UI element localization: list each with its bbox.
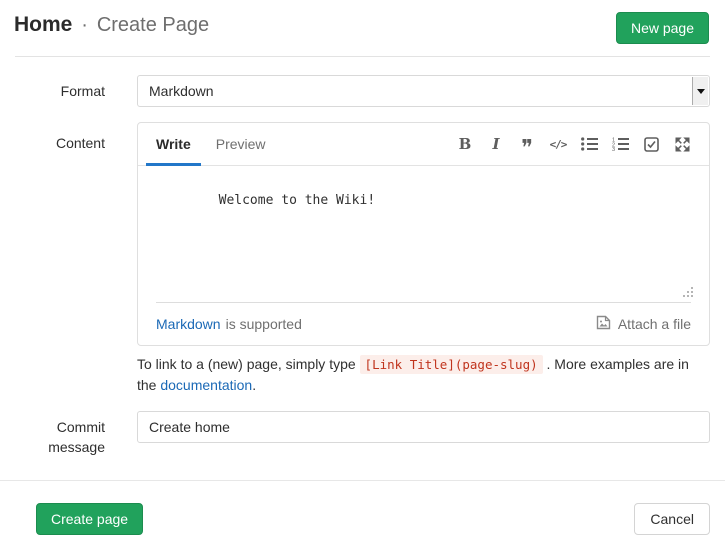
help-text-before: To link to a (new) page, simply type: [137, 356, 360, 372]
quote-icon[interactable]: ❞: [518, 135, 536, 154]
format-label: Format: [15, 81, 105, 101]
fullscreen-icon[interactable]: [673, 135, 691, 154]
attach-file-label: Attach a file: [618, 316, 691, 332]
format-row: Format Markdown: [15, 75, 710, 107]
page-header: Home · Create Page New page: [0, 0, 725, 57]
commit-row: Commit message: [15, 411, 710, 457]
link-syntax-code: [Link Title](page-slug): [360, 355, 543, 374]
resize-grip-icon[interactable]: [683, 287, 693, 297]
commit-message-input[interactable]: [137, 411, 710, 443]
commit-message-label: Commit message: [15, 411, 105, 457]
documentation-link[interactable]: documentation: [160, 377, 252, 393]
bullet-list-icon[interactable]: [580, 135, 598, 154]
editor-tab-bar: Write Preview B I ❞ </> 1: [138, 123, 709, 166]
bold-icon[interactable]: B: [456, 135, 474, 154]
content-row: Content Write Preview B I ❞ </>: [15, 122, 710, 346]
task-list-icon[interactable]: [642, 135, 660, 154]
numbered-list-icon[interactable]: 1 2 3: [611, 135, 629, 154]
markdown-help-link[interactable]: Markdown: [156, 316, 221, 332]
editor-footer: Markdown is supported Attach a file: [138, 303, 709, 345]
wiki-create-form: Format Markdown Content Write Preview B …: [0, 75, 725, 535]
format-select[interactable]: Markdown: [137, 75, 710, 107]
attach-file-button[interactable]: Attach a file: [596, 315, 691, 333]
italic-icon[interactable]: I: [487, 135, 505, 154]
new-page-button[interactable]: New page: [616, 12, 709, 44]
editor-toolbar: B I ❞ </> 1 2 3: [456, 135, 691, 154]
content-textarea[interactable]: Welcome to the Wiki!: [138, 166, 709, 302]
help-period: .: [252, 377, 256, 393]
code-icon[interactable]: </>: [549, 135, 567, 154]
form-actions: Create page Cancel: [15, 481, 710, 535]
create-page-button[interactable]: Create page: [36, 503, 143, 535]
select-dropdown-arrow-icon[interactable]: [692, 77, 708, 105]
cancel-button[interactable]: Cancel: [634, 503, 710, 535]
title-separator: ·: [81, 14, 88, 36]
tab-preview[interactable]: Preview: [216, 123, 266, 165]
supported-text: is supported: [226, 316, 302, 332]
attach-image-icon: [596, 315, 611, 333]
link-help-text: To link to a (new) page, simply type [Li…: [137, 354, 710, 395]
tab-write[interactable]: Write: [156, 123, 191, 165]
page-title: Home: [14, 13, 72, 36]
format-selected-value: Markdown: [149, 83, 214, 99]
page-subtitle: Create Page: [97, 14, 209, 36]
content-text: Welcome to the Wiki!: [219, 193, 376, 208]
svg-text:3: 3: [612, 147, 615, 151]
markdown-editor: Write Preview B I ❞ </> 1: [137, 122, 710, 346]
content-label: Content: [15, 122, 105, 153]
